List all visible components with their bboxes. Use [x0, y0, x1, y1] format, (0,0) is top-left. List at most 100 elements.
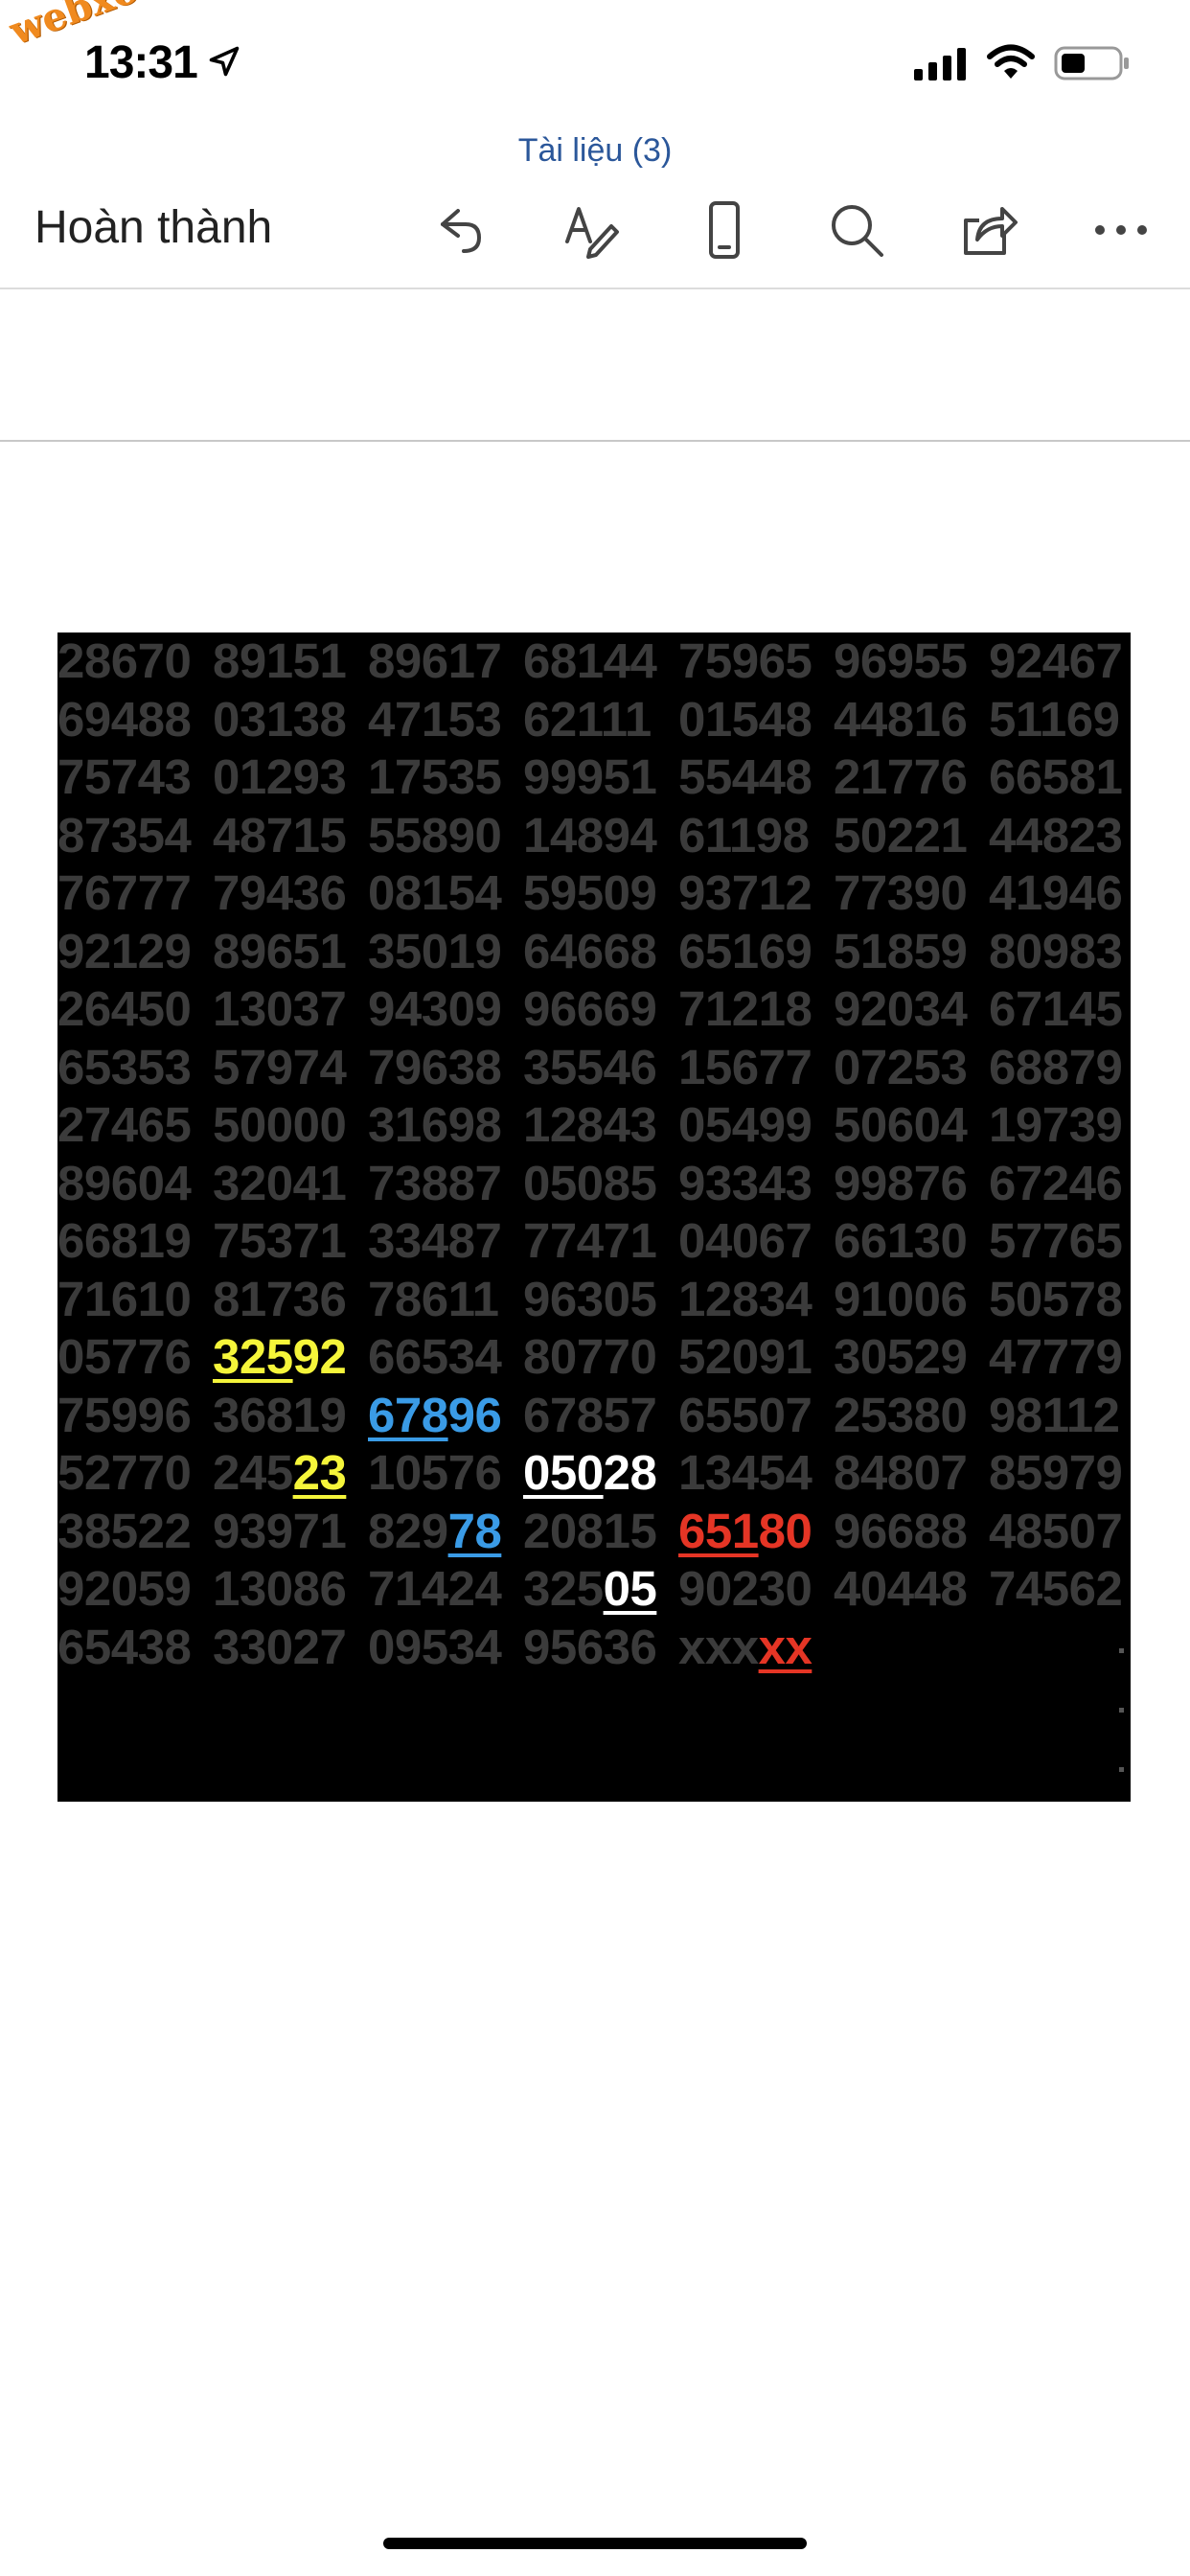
- number-segment: 325: [523, 1561, 604, 1616]
- more-button[interactable]: [1083, 192, 1159, 268]
- mobile-view-icon: [709, 201, 740, 259]
- number-cell: 71218: [678, 981, 812, 1036]
- number-cell: 95636: [523, 1619, 657, 1674]
- number-row: 27465 50000 31698 12843 05499 50604 19739: [57, 1096, 1131, 1154]
- number-cell: 52091: [678, 1329, 812, 1384]
- number-cell: 44816: [834, 691, 968, 747]
- mobile-view-button[interactable]: [686, 192, 763, 268]
- number-row: 69488 03138 47153 62111 01548 44816 51169: [57, 691, 1131, 748]
- number-row: 89604 32041 73887 05085 93343 99876 67246: [57, 1155, 1131, 1212]
- number-grid-image: 28670 89151 89617 68144 75965 96955 92467 69488…: [57, 632, 1131, 1802]
- number-cell: 74562: [989, 1561, 1123, 1616]
- number-cell: 14894: [523, 807, 657, 862]
- number-cell: 57974: [213, 1039, 347, 1094]
- document-title[interactable]: Tài liệu (3): [0, 132, 1190, 170]
- number-cell: 87354: [57, 807, 192, 862]
- number-cell: 66130: [834, 1213, 968, 1268]
- number-row: 76777 79436 08154 59509 93712 77390 41946: [57, 864, 1131, 922]
- number-cell: 67246: [989, 1155, 1123, 1210]
- number-cell: 84807: [834, 1445, 968, 1500]
- number-cell: 12834: [678, 1271, 812, 1326]
- number-cell: 92034: [834, 981, 968, 1036]
- number-cell: 99951: [523, 749, 657, 804]
- toolbar: Hoàn thành: [0, 192, 1190, 288]
- number-cell: 66581: [989, 749, 1123, 804]
- number-cell: 59509: [523, 865, 657, 920]
- number-cell: 05499: [678, 1097, 812, 1152]
- number-cell: 21776: [834, 749, 968, 804]
- number-segment: 78: [447, 1503, 502, 1558]
- share-button[interactable]: [950, 192, 1027, 268]
- number-cell: 32505: [523, 1560, 678, 1618]
- number-segment: 829: [368, 1503, 448, 1558]
- number-cell: 65169: [678, 923, 812, 978]
- number-cell: 41946: [989, 865, 1123, 920]
- number-cell: 90230: [678, 1561, 812, 1616]
- number-row: 65353 57974 79638 35546 15677 07253 68879: [57, 1039, 1131, 1096]
- number-row: 52770 24523 10576 05028 13454 84807 85979: [57, 1444, 1131, 1502]
- number-cell: 10576: [368, 1445, 502, 1500]
- number-cell: 47153: [368, 691, 502, 747]
- number-segment: 23: [292, 1445, 347, 1500]
- number-cell: 71424: [368, 1561, 502, 1616]
- number-cell: 66819: [57, 1213, 192, 1268]
- number-cell: 99876: [834, 1155, 968, 1210]
- number-row: 66819 75371 33487 77471 04067 66130 57765: [57, 1212, 1131, 1270]
- number-segment: 96: [447, 1387, 502, 1442]
- number-cell: 44823: [989, 807, 1123, 862]
- number-cell: 76777: [57, 865, 192, 920]
- number-cell: 26450: [57, 981, 192, 1036]
- page-break-line: [0, 440, 1190, 442]
- number-cell: 65438: [57, 1619, 192, 1674]
- number-cell: 77390: [834, 865, 968, 920]
- undo-button[interactable]: [422, 192, 498, 268]
- edge-dots: [1119, 1648, 1125, 1773]
- number-row: 75996 36819 67896 67857 65507 25380 98112: [57, 1387, 1131, 1444]
- number-cell: 33027: [213, 1619, 347, 1674]
- number-cell: 94309: [368, 981, 502, 1036]
- number-cell: 48715: [213, 807, 347, 862]
- number-cell: 50000: [213, 1097, 347, 1152]
- number-cell: 75996: [57, 1387, 192, 1442]
- number-cell: 82978: [368, 1503, 523, 1560]
- number-cell: 67145: [989, 981, 1123, 1036]
- number-segment: 325: [213, 1329, 293, 1384]
- number-cell: 93971: [213, 1503, 347, 1558]
- number-cell: 09534: [368, 1619, 502, 1674]
- number-cell: 73887: [368, 1155, 502, 1210]
- number-cell: 67857: [523, 1387, 657, 1442]
- number-cell: 05085: [523, 1155, 657, 1210]
- number-cell: 17535: [368, 749, 502, 804]
- number-cell: 05776: [57, 1329, 192, 1384]
- home-indicator[interactable]: [383, 2538, 807, 2549]
- undo-icon: [441, 209, 482, 253]
- number-cell: 75965: [678, 633, 812, 688]
- number-segment: 05: [603, 1561, 657, 1616]
- share-icon: [964, 207, 1018, 255]
- number-cell: 51169: [989, 691, 1120, 747]
- number-cell: 68144: [523, 633, 657, 688]
- done-button[interactable]: Hoàn thành: [34, 201, 272, 254]
- number-cell: 20815: [523, 1503, 657, 1558]
- number-cell: 50604: [834, 1097, 968, 1152]
- number-cell: 96669: [523, 981, 657, 1036]
- number-cell: 32592: [213, 1328, 368, 1386]
- number-cell: 13086: [213, 1561, 347, 1616]
- number-cell: 35546: [523, 1039, 657, 1094]
- number-cell: 47779: [989, 1329, 1123, 1384]
- number-row: 26450 13037 94309 96669 71218 92034 67145: [57, 980, 1131, 1038]
- number-cell: 51859: [834, 923, 968, 978]
- number-cell: 55448: [678, 749, 812, 804]
- number-cell: 96955: [834, 633, 968, 688]
- status-time: 13:31: [84, 37, 198, 88]
- number-cell: 62111: [523, 691, 652, 747]
- number-cell: 93712: [678, 865, 812, 920]
- number-cell: 50578: [989, 1271, 1123, 1326]
- number-cell: 04067: [678, 1213, 812, 1268]
- search-button[interactable]: [818, 192, 895, 268]
- number-cell: 31698: [368, 1097, 502, 1152]
- number-cell: 80770: [523, 1329, 657, 1384]
- number-segment: 245: [213, 1445, 293, 1500]
- number-cell: 66534: [368, 1329, 502, 1384]
- draw-button[interactable]: [554, 192, 630, 268]
